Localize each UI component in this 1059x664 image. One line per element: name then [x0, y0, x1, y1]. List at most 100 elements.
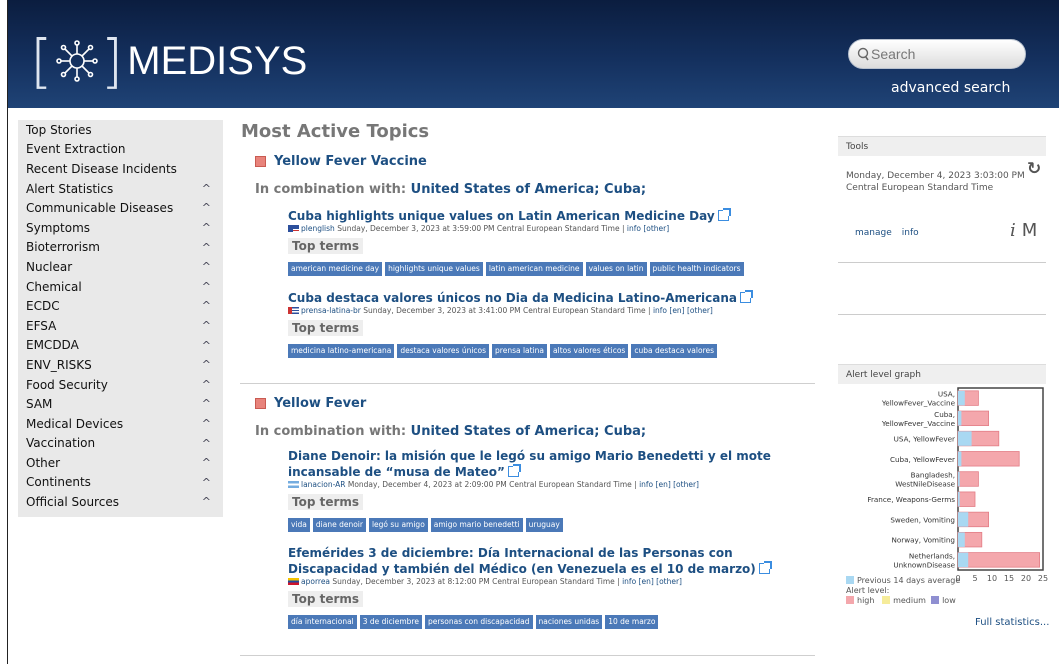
article-links[interactable]: info [en] [other]: [639, 480, 699, 489]
chevron-up-icon[interactable]: ^: [202, 280, 211, 293]
chevron-up-icon[interactable]: ^: [202, 241, 211, 254]
medisys-logo[interactable]: [ ] MEDISYS: [30, 26, 307, 96]
article-title[interactable]: Efemérides 3 de diciembre: Día Internaci…: [288, 546, 756, 576]
article-source[interactable]: aporrea: [301, 577, 330, 586]
sidebar-item[interactable]: Official Sources ^: [18, 492, 223, 512]
article-source[interactable]: prensa-latina-br: [301, 306, 361, 315]
chart-bar-avg[interactable]: [958, 390, 965, 406]
term-tag[interactable]: amigo mario benedetti: [430, 518, 523, 532]
article-title[interactable]: Cuba destaca valores únicos no Dia da Me…: [288, 291, 737, 305]
sidebar-item[interactable]: Symptoms ^: [18, 218, 223, 238]
term-tag[interactable]: public health indicators: [649, 262, 744, 276]
chevron-up-icon[interactable]: ^: [202, 221, 211, 234]
article-links[interactable]: info [en] [other]: [622, 577, 682, 586]
chart-bar-avg[interactable]: [958, 552, 969, 568]
sidebar-item[interactable]: Top Stories: [18, 120, 223, 140]
chevron-up-icon[interactable]: ^: [202, 182, 211, 195]
sidebar-item[interactable]: Continents ^: [18, 473, 223, 493]
chevron-up-icon[interactable]: ^: [202, 201, 211, 214]
search-input[interactable]: [871, 46, 1011, 62]
term-tag[interactable]: altos valores éticos: [550, 344, 629, 358]
m-icon[interactable]: M: [1022, 220, 1038, 241]
term-tag[interactable]: 3 de diciembre: [359, 615, 422, 629]
sidebar-item[interactable]: Vaccination ^: [18, 434, 223, 454]
sidebar-item[interactable]: Chemical ^: [18, 277, 223, 297]
full-statistics-link[interactable]: Full statistics...: [975, 617, 1049, 628]
external-link-icon[interactable]: [507, 464, 521, 477]
chevron-up-icon[interactable]: ^: [202, 358, 211, 371]
chart-bar-high[interactable]: [957, 552, 1040, 568]
chevron-up-icon[interactable]: ^: [202, 495, 211, 508]
topic-title[interactable]: Yellow Fever: [274, 396, 366, 411]
chevron-up-icon[interactable]: ^: [202, 319, 211, 332]
sidebar-item[interactable]: Communicable Diseases ^: [18, 198, 223, 218]
term-tag[interactable]: uruguay: [525, 518, 563, 532]
sidebar-item[interactable]: SAM ^: [18, 394, 223, 414]
chart-bar-avg[interactable]: [958, 431, 972, 446]
sidebar-item[interactable]: Food Security ^: [18, 375, 223, 395]
term-tag[interactable]: prensa latina: [492, 344, 548, 358]
sidebar-item[interactable]: ECDC ^: [18, 296, 223, 316]
sidebar-item[interactable]: Event Extraction: [18, 140, 223, 160]
chart-bar-high[interactable]: [957, 410, 990, 427]
term-tag[interactable]: american medicine day: [288, 262, 383, 276]
term-tag[interactable]: latin american medicine: [485, 262, 583, 276]
external-link-icon[interactable]: [758, 561, 772, 574]
term-tag[interactable]: naciones unidas: [535, 615, 603, 629]
term-tag[interactable]: diane denoir: [312, 518, 366, 532]
chevron-up-icon[interactable]: ^: [202, 339, 211, 352]
chart-bar-avg[interactable]: [958, 512, 969, 527]
chart-bar-avg[interactable]: [958, 471, 960, 487]
chart-bar-avg[interactable]: [958, 411, 962, 426]
sidebar-item[interactable]: Alert Statistics ^: [18, 179, 223, 199]
sidebar-item[interactable]: Other ^: [18, 453, 223, 473]
sidebar-item[interactable]: Recent Disease Incidents: [18, 159, 223, 179]
info-icon[interactable]: i: [1010, 220, 1016, 241]
term-tag[interactable]: día internacional: [288, 615, 357, 629]
chart-bar-avg[interactable]: [958, 451, 962, 467]
chevron-up-icon[interactable]: ^: [202, 437, 211, 450]
sidebar-item[interactable]: Nuclear ^: [18, 257, 223, 277]
chevron-up-icon[interactable]: ^: [202, 378, 211, 391]
term-tag[interactable]: highlights unique values: [385, 262, 483, 276]
search-box[interactable]: [848, 39, 1026, 69]
topic-heading[interactable]: Yellow Fever Vaccine: [255, 154, 427, 169]
chevron-up-icon[interactable]: ^: [202, 299, 211, 312]
combination-entities[interactable]: United States of America; Cuba;: [411, 182, 646, 197]
info-link[interactable]: info: [902, 228, 919, 238]
sidebar-item[interactable]: EFSA ^: [18, 316, 223, 336]
chart-bar-avg[interactable]: [958, 491, 960, 507]
sidebar-item[interactable]: Bioterrorism ^: [18, 238, 223, 258]
term-tag[interactable]: vida: [288, 518, 310, 532]
topic-heading[interactable]: Yellow Fever: [255, 396, 366, 411]
external-link-icon[interactable]: [717, 208, 731, 221]
topic-title[interactable]: Yellow Fever Vaccine: [274, 154, 427, 169]
article-links[interactable]: info [other]: [627, 224, 669, 233]
external-link-icon[interactable]: [740, 290, 754, 303]
chevron-up-icon[interactable]: ^: [202, 476, 211, 489]
sidebar-item[interactable]: EMCDDA ^: [18, 336, 223, 356]
term-tag[interactable]: legó su amigo: [368, 518, 428, 532]
combination-entities[interactable]: United States of America; Cuba;: [411, 424, 646, 439]
article-source[interactable]: plenglish: [301, 224, 335, 233]
article-title[interactable]: Diane Denoir: la misión que le legó su a…: [288, 449, 771, 479]
sidebar-item[interactable]: Medical Devices ^: [18, 414, 223, 434]
article-links[interactable]: info [en] [other]: [653, 306, 713, 315]
article-source[interactable]: lanacion-AR: [301, 480, 345, 489]
sidebar-item[interactable]: ENV_RISKS ^: [18, 355, 223, 375]
advanced-search-link[interactable]: advanced search: [891, 80, 1010, 96]
term-tag[interactable]: destaca valores únicos: [397, 344, 490, 358]
term-tag[interactable]: values on latin: [585, 262, 647, 276]
chevron-up-icon[interactable]: ^: [202, 260, 211, 273]
manage-link[interactable]: manage: [855, 228, 892, 238]
chart-bar-high[interactable]: [957, 451, 1020, 467]
term-tag[interactable]: 10 de marzo: [605, 615, 659, 629]
chevron-up-icon[interactable]: ^: [202, 456, 211, 469]
term-tag[interactable]: medicina latino-americana: [288, 344, 395, 358]
chart-bar-high[interactable]: [957, 491, 976, 507]
chart-bar-high[interactable]: [957, 471, 979, 487]
chart-bar-avg[interactable]: [958, 532, 965, 547]
chevron-up-icon[interactable]: ^: [202, 417, 211, 430]
term-tag[interactable]: personas con discapacidad: [424, 615, 533, 629]
chevron-up-icon[interactable]: ^: [202, 397, 211, 410]
